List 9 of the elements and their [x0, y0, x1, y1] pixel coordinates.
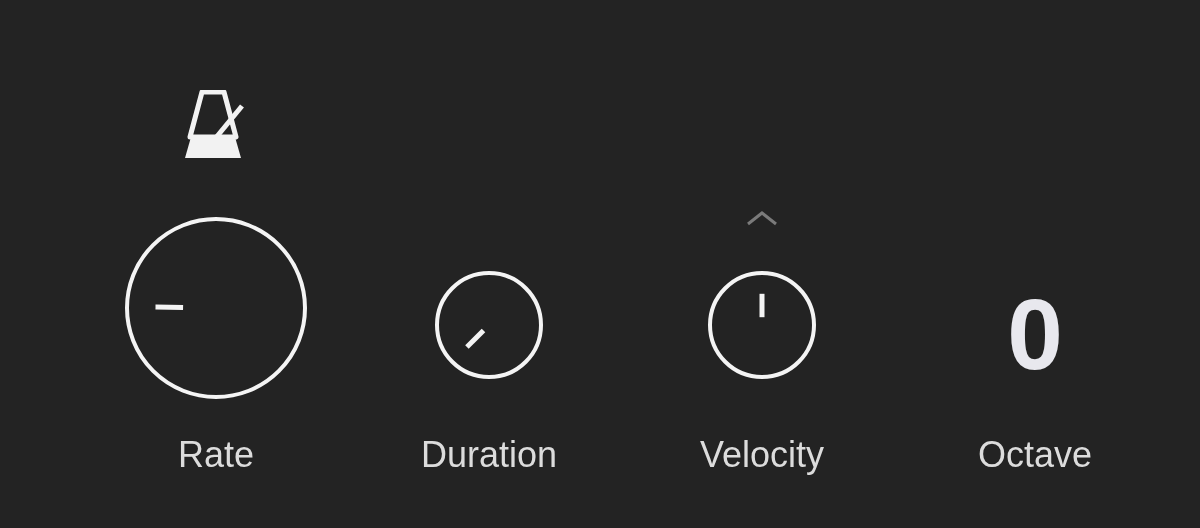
- control-label: Duration: [420, 433, 558, 477]
- knob[interactable]: [124, 216, 308, 400]
- control-label: Octave: [977, 433, 1092, 477]
- knob[interactable]: [434, 270, 544, 380]
- caret-icon[interactable]: [745, 210, 779, 226]
- control-label: Rate: [177, 433, 254, 477]
- control-label: Velocity: [699, 433, 825, 477]
- knob[interactable]: [707, 270, 817, 380]
- octave-value: 0: [1007, 291, 1063, 377]
